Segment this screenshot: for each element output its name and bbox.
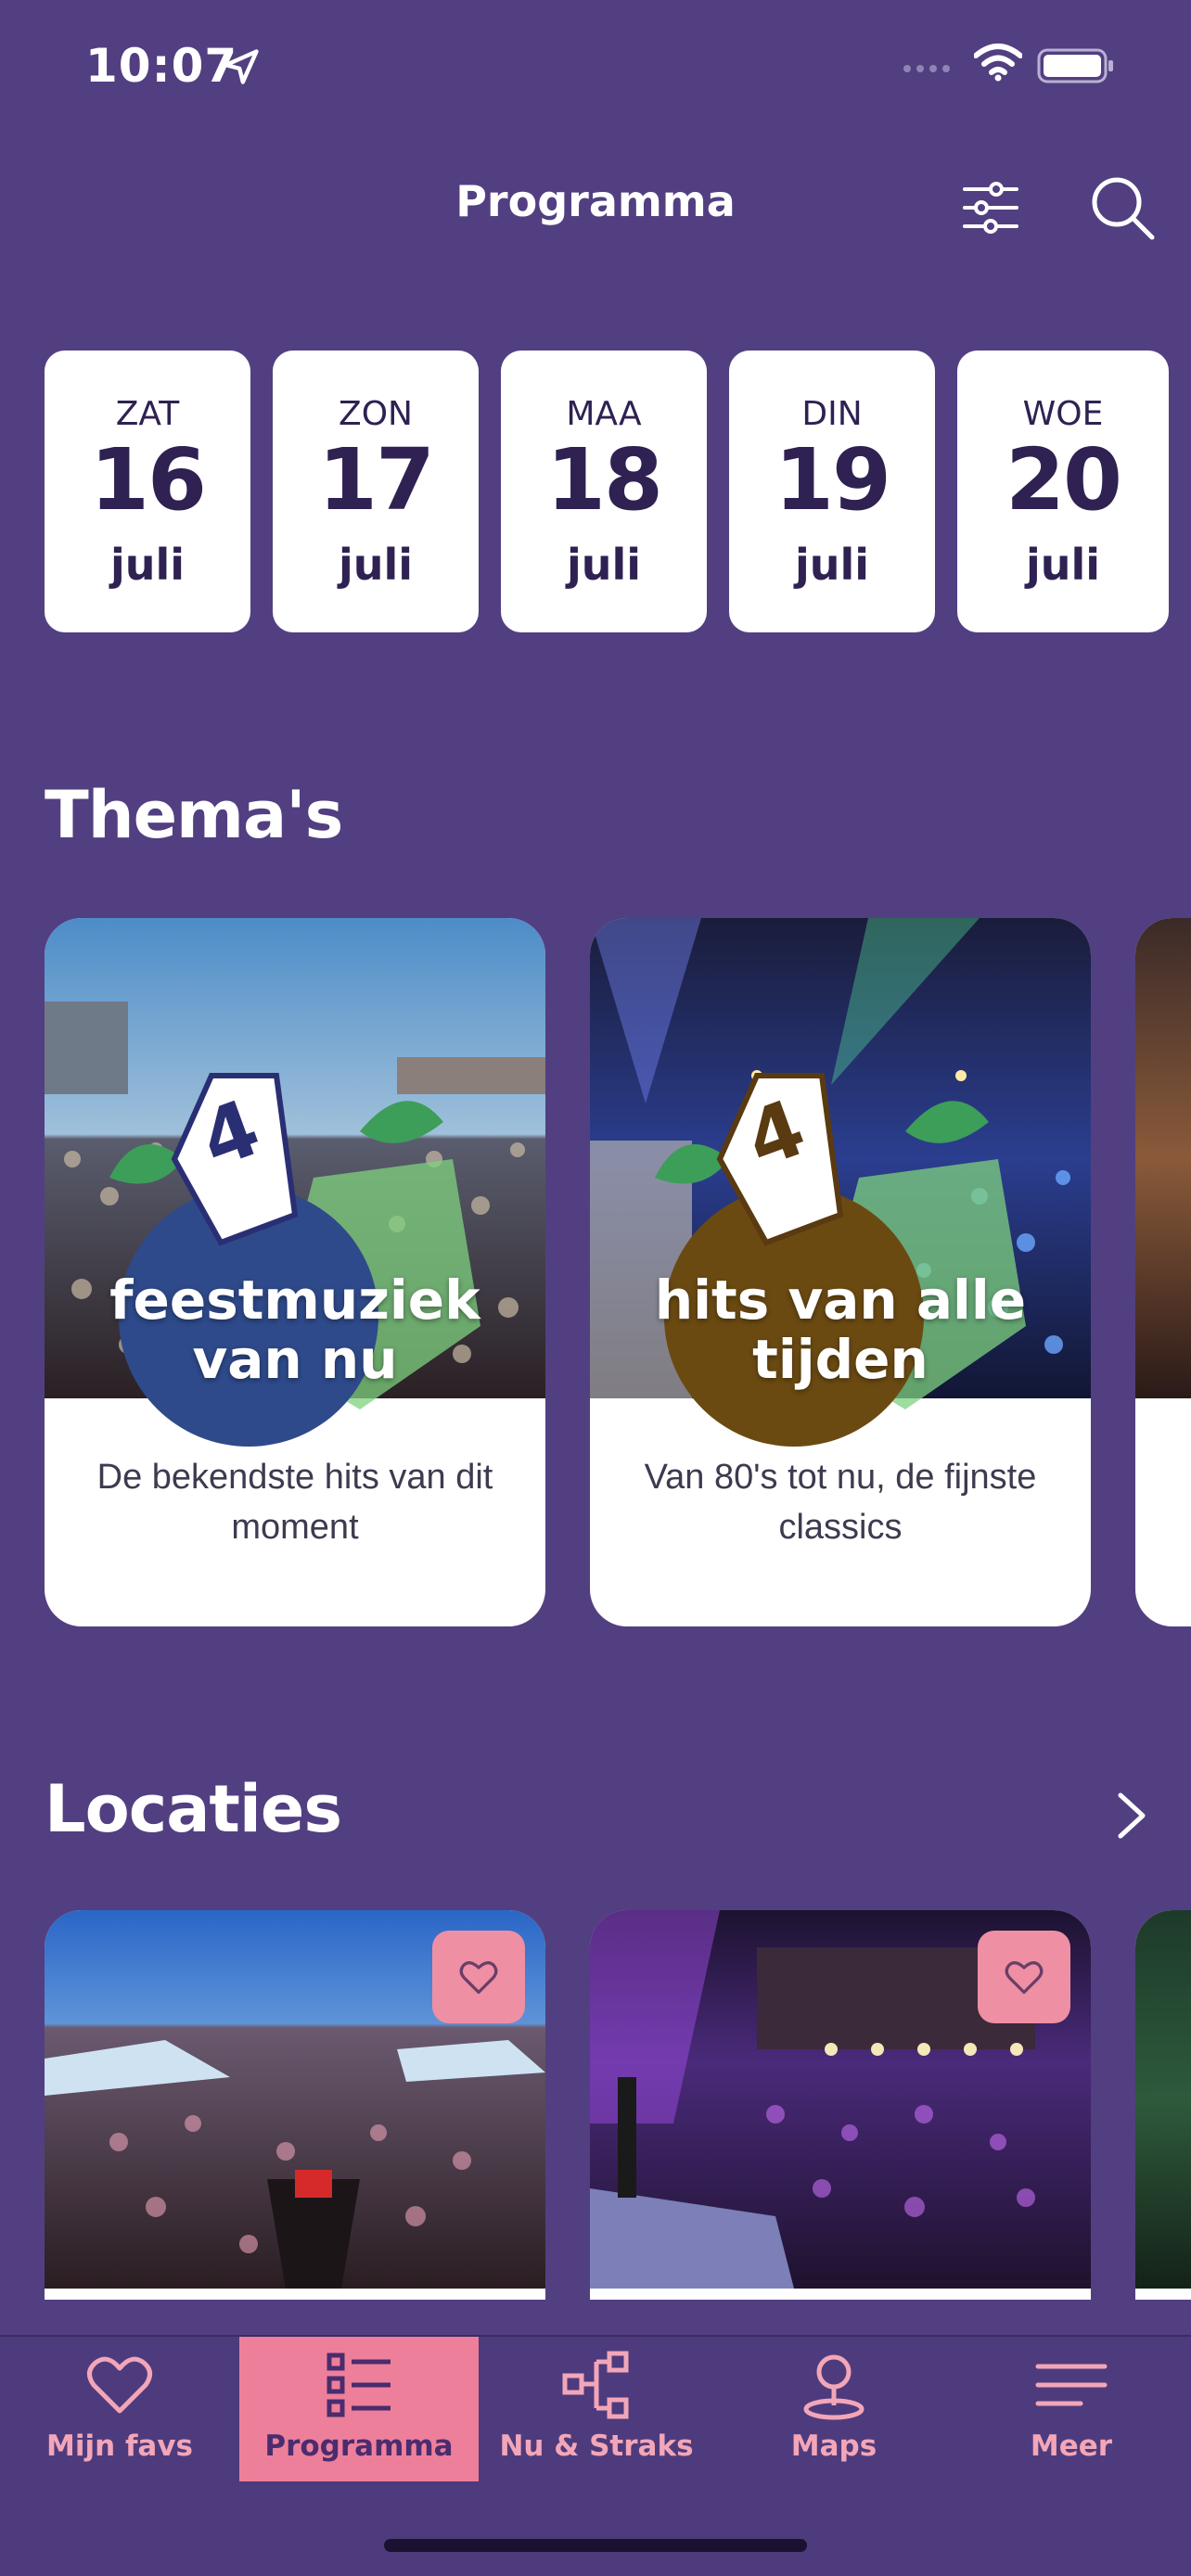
day-name: ZAT [115,395,180,433]
theme-description: De bekendste hits van dit moment [96,1458,493,1547]
day-name: ZON [339,395,413,433]
location-card[interactable] [590,1910,1091,2300]
tab-label: Programma [264,2429,454,2463]
day-card-19[interactable]: DIN 19 juli [729,351,935,632]
filter-sliders-icon[interactable] [959,176,1022,239]
location-arrow-icon [224,49,259,84]
theme-description: Van 80's tot nu, de fijnste classics [644,1458,1037,1547]
theme-card-peek[interactable] [1135,918,1191,1626]
day-month: juli [1025,540,1101,590]
tab-label: Nu & Straks [499,2429,694,2463]
favorite-button[interactable] [432,1931,525,2023]
theme-card-hits-van-alle-tijden[interactable]: 4 hits van alle tijden Van 80's tot nu, … [590,918,1091,1626]
theme-badge-graphic: 4 [655,1073,1026,1447]
theme-badge-graphic: 4 [109,1073,480,1447]
day-card-16[interactable]: ZAT 16 juli [45,351,250,632]
day-number: 17 [317,430,435,529]
day-month: juli [109,540,186,590]
status-bar: 10:07 [0,0,1191,130]
home-indicator[interactable] [384,2539,807,2552]
day-number: 16 [89,430,207,529]
cellular-signal-icon [903,65,950,72]
location-card-peek[interactable] [1135,1910,1191,2300]
heart-icon [87,2356,152,2414]
themes-section-title: Thema's [45,777,343,853]
status-time: 10:07 [85,39,238,93]
wifi-icon [974,44,1022,82]
day-number: 20 [1005,430,1122,529]
tab-mijn-favs[interactable]: Mijn favs [0,2337,239,2481]
map-pin-icon [803,2354,864,2420]
day-card-17[interactable]: ZON 17 juli [273,351,479,632]
day-number: 19 [774,430,891,529]
location-photo-peek [1135,1910,1191,2289]
day-card-18[interactable]: MAA 18 juli [501,351,707,632]
heart-icon [1005,1961,1044,1995]
flow-icon [562,2351,629,2419]
tab-label: Maps [790,2429,877,2463]
chevron-right-icon[interactable] [1109,1788,1154,1843]
theme-badge-label: hits van alle tijden [654,1269,1027,1391]
tab-meer[interactable]: Meer [952,2337,1191,2481]
tab-nu-en-straks[interactable]: Nu & Straks [477,2337,716,2481]
tab-programma[interactable]: Programma [239,2337,479,2481]
day-name: MAA [566,395,642,433]
menu-icon [1035,2364,1108,2406]
search-icon[interactable] [1087,172,1158,243]
theme-photo-peek [1135,918,1191,1398]
heart-icon [459,1961,498,1995]
theme-badge-label: feestmuziek van nu [109,1269,480,1391]
day-name: WOE [1022,395,1104,433]
tab-label: Mijn favs [45,2429,194,2463]
day-card-20[interactable]: WOE 20 juli [957,351,1169,632]
tab-maps[interactable]: Maps [714,2337,954,2481]
list-icon [327,2353,391,2417]
location-card[interactable] [45,1910,545,2300]
day-month: juli [794,540,870,590]
favorite-button[interactable] [978,1931,1070,2023]
day-name: DIN [801,395,863,433]
locations-section-title: Locaties [45,1771,342,1847]
theme-card-feestmuziek[interactable]: 4 feestmuziek van nu De bekendste hits v… [45,918,545,1626]
day-month: juli [566,540,642,590]
battery-icon [1037,48,1113,83]
tab-label: Meer [1030,2429,1113,2463]
day-number: 18 [545,430,663,529]
day-month: juli [338,540,414,590]
